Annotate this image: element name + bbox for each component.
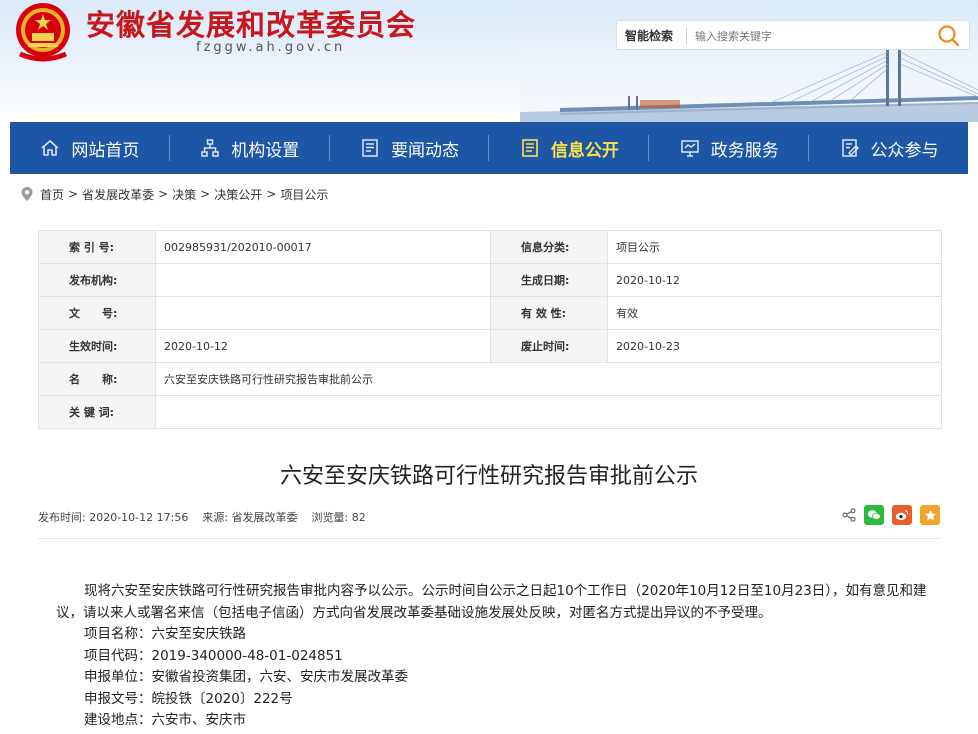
breadcrumb-decision[interactable]: 决策	[172, 186, 196, 203]
search-icon[interactable]	[935, 23, 963, 49]
nav-item-news[interactable]: 要闻动态	[330, 122, 489, 174]
breadcrumb-commission[interactable]: 省发展改革委	[82, 186, 154, 203]
table-row: 生效时间: 2020-10-12 废止时间: 2020-10-23	[38, 329, 942, 363]
wechat-share-icon[interactable]	[864, 505, 884, 525]
document-meta-table: 索 引 号: 002985931/202010-00017 信息分类: 项目公示…	[38, 230, 942, 429]
org-chart-icon	[201, 139, 219, 157]
article-line: 建设地点：六安市、安庆市	[84, 712, 246, 728]
nav-label: 政务服务	[710, 140, 779, 161]
article-line: 项目名称：六安至安庆铁路	[84, 626, 246, 642]
article-line: 申报文号：皖投铁〔2020〕222号	[84, 690, 293, 707]
table-row: 关 键 词:	[38, 395, 942, 429]
breadcrumb-separator: >	[158, 187, 169, 201]
meta-value	[155, 395, 942, 429]
meta-label: 信息分类:	[490, 230, 608, 264]
table-row: 名 称: 六安至安庆铁路可行性研究报告审批前公示	[38, 362, 942, 396]
search-input[interactable]	[695, 26, 925, 46]
nav-label: 要闻动态	[391, 140, 460, 161]
publish-time: 发布时间: 2020-10-12 17:56	[38, 511, 189, 524]
breadcrumb: 首页 > 省发展改革委 > 决策 > 决策公开 > 项目公示	[20, 184, 328, 204]
table-row: 文 号: 有 效 性: 有效	[38, 296, 942, 330]
share-icon[interactable]	[842, 508, 856, 522]
meta-value	[155, 296, 491, 330]
meta-label: 文 号:	[38, 296, 156, 330]
smart-search-label[interactable]: 智能检索	[625, 27, 673, 44]
breadcrumb-separator: >	[68, 187, 79, 201]
article-line: 项目代码：2019-340000-48-01-024851	[84, 647, 343, 664]
meta-value: 002985931/202010-00017	[155, 230, 491, 264]
meta-value	[155, 263, 491, 297]
article-paragraph: 现将六安至安庆铁路可行性研究报告审批内容予以公示。公示时间自公示之日起10个工作…	[56, 583, 927, 621]
nav-item-gov-service[interactable]: 政务服务	[649, 122, 808, 174]
article-body: 现将六安至安庆铁路可行性研究报告审批内容予以公示。公示时间自公示之日起10个工作…	[56, 581, 936, 732]
meta-label: 发布机构:	[38, 263, 156, 297]
article-divider	[38, 538, 942, 539]
nav-label: 信息公开	[550, 140, 619, 161]
edit-icon	[841, 139, 859, 157]
search-divider	[686, 28, 687, 44]
meta-value: 项目公示	[607, 230, 942, 264]
nav-label: 公众参与	[870, 140, 939, 161]
main-nav: 网站首页 机构设置 要闻动态 信息公开 政务服务 公众参与	[10, 122, 968, 174]
site-header: 安徽省发展和改革委员会 fzggw.ah.gov.cn 智能检索	[0, 0, 978, 122]
document-icon	[522, 139, 538, 157]
nav-item-info-disclosure[interactable]: 信息公开	[489, 122, 648, 174]
monitor-icon	[680, 140, 699, 157]
home-icon	[41, 140, 59, 156]
breadcrumb-home[interactable]: 首页	[40, 186, 64, 203]
meta-label: 关 键 词:	[38, 395, 156, 429]
breadcrumb-decision-disclosure[interactable]: 决策公开	[214, 186, 262, 203]
breadcrumb-separator: >	[266, 187, 277, 201]
location-pin-icon	[21, 187, 33, 201]
article-title: 六安至安庆铁路可行性研究报告审批前公示	[279, 464, 698, 489]
meta-value: 2020-10-12	[155, 329, 491, 363]
meta-label: 生效时间:	[38, 329, 156, 363]
meta-label: 生成日期:	[490, 263, 608, 297]
site-title: 安徽省发展和改革委员会	[86, 8, 417, 42]
bridge-banner-image	[520, 40, 978, 122]
article-meta: 发布时间: 2020-10-12 17:56 来源: 省发展改革委 浏览量: 8…	[38, 509, 366, 525]
breadcrumb-project-notice[interactable]: 项目公示	[280, 186, 328, 203]
site-domain: fzggw.ah.gov.cn	[196, 40, 346, 55]
nav-item-home[interactable]: 网站首页	[10, 122, 169, 174]
nav-item-public-participation[interactable]: 公众参与	[809, 122, 968, 174]
view-count: 浏览量: 82	[311, 511, 366, 524]
article-source: 来源: 省发展改革委	[202, 511, 298, 524]
nav-label: 网站首页	[71, 140, 140, 161]
weibo-share-icon[interactable]	[892, 505, 912, 525]
table-row: 索 引 号: 002985931/202010-00017 信息分类: 项目公示	[38, 230, 942, 264]
meta-label: 有 效 性:	[490, 296, 608, 330]
nav-label: 机构设置	[231, 140, 300, 161]
share-bar	[842, 505, 940, 525]
meta-value: 六安至安庆铁路可行性研究报告审批前公示	[155, 362, 942, 396]
meta-value: 有效	[607, 296, 942, 330]
favorite-star-icon[interactable]	[920, 505, 940, 525]
national-emblem-icon	[16, 3, 70, 62]
article-line: 申报单位：安徽省投资集团，六安、安庆市发展改革委	[84, 669, 408, 685]
meta-label: 名 称:	[38, 362, 156, 396]
meta-label: 索 引 号:	[38, 230, 156, 264]
news-icon	[362, 139, 378, 157]
table-row: 发布机构: 生成日期: 2020-10-12	[38, 263, 942, 297]
meta-value: 2020-10-12	[607, 263, 942, 297]
nav-item-organization[interactable]: 机构设置	[170, 122, 329, 174]
meta-value: 2020-10-23	[607, 329, 942, 363]
search-box: 智能检索	[616, 20, 970, 50]
meta-label: 废止时间:	[490, 329, 608, 363]
breadcrumb-separator: >	[200, 187, 211, 201]
